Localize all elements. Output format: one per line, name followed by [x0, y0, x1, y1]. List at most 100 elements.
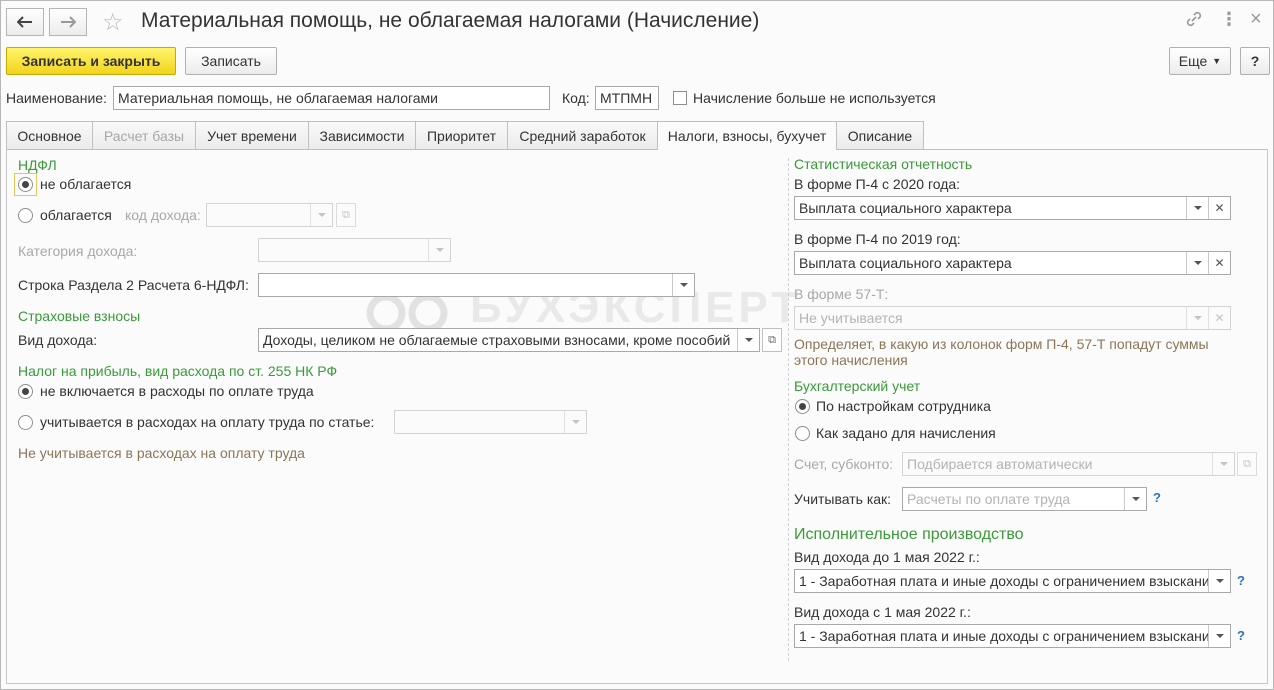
before-select[interactable]: 1 - Заработная плата и иные доходы с огр…	[794, 569, 1231, 593]
income-category-select[interactable]	[258, 238, 451, 262]
account-as-select[interactable]: Расчеты по оплате труда	[902, 487, 1147, 511]
more-button-label: Еще	[1178, 53, 1208, 69]
column-divider	[788, 158, 789, 661]
tab-main[interactable]: Основное	[6, 121, 93, 149]
save-button[interactable]: Записать	[185, 47, 277, 75]
not-included-label: не включается в расходы по оплате труда	[40, 383, 314, 399]
link-icon[interactable]	[1185, 10, 1203, 33]
income-kind-label: Вид дохода:	[18, 332, 98, 348]
article-select[interactable]	[394, 410, 587, 434]
tab-base-calc[interactable]: Расчет базы	[92, 121, 196, 149]
p4-2020-label: В форме П-4 с 2020 года:	[794, 176, 961, 192]
account-value: Подбирается автоматически	[907, 456, 1093, 472]
not-included-radio[interactable]	[18, 384, 33, 399]
help-icon[interactable]: ?	[1237, 573, 1245, 588]
clear-icon[interactable]: ✕	[1208, 307, 1230, 329]
ndfl-header: НДФЛ	[18, 157, 57, 173]
ndfl-not-taxed-radio[interactable]	[18, 177, 33, 192]
f57t-value: Не учитывается	[799, 310, 903, 326]
code-input[interactable]: МТПМН	[595, 86, 659, 110]
tab-description[interactable]: Описание	[836, 121, 924, 149]
income-code-label: код дохода:	[125, 207, 201, 223]
code-label: Код:	[562, 90, 590, 106]
arrow-left-icon	[16, 12, 33, 33]
stat-header: Статистическая отчетность	[794, 156, 973, 172]
chevron-down-icon[interactable]	[428, 239, 450, 261]
p4-2019-select[interactable]: Выплата социального характера ✕	[794, 251, 1231, 275]
row6ndfl-select[interactable]	[258, 273, 695, 297]
chevron-down-icon[interactable]	[1186, 197, 1208, 219]
stat-note-line-2: этого начисления	[794, 352, 908, 368]
chevron-down-icon[interactable]	[310, 204, 332, 226]
p4-2020-value: Выплата социального характера	[799, 200, 1012, 216]
p4-2019-label: В форме П-4 по 2019 год:	[794, 231, 961, 247]
account-select[interactable]: Подбирается автоматически	[902, 452, 1235, 476]
as-set-label: Как задано для начисления	[816, 425, 996, 441]
code-input-value: МТПМН	[600, 90, 653, 106]
by-employee-label: По настройкам сотрудника	[816, 398, 991, 414]
more-button[interactable]: Еще ▼	[1169, 47, 1231, 75]
help-icon[interactable]: ?	[1153, 490, 1161, 505]
tab-taxes[interactable]: Налоги, взносы, бухучет	[657, 121, 837, 150]
tab-time-accounting[interactable]: Учет времени	[195, 121, 309, 149]
tab-priority[interactable]: Приоритет	[415, 121, 508, 149]
profit-tax-header: Налог на прибыль, вид расхода по ст. 255…	[18, 363, 338, 379]
before-value: 1 - Заработная плата и иные доходы с огр…	[799, 573, 1208, 589]
income-code-select[interactable]	[206, 203, 333, 227]
chevron-down-icon[interactable]	[1124, 488, 1146, 510]
chevron-down-icon[interactable]	[564, 411, 586, 433]
more-vertical-icon[interactable]: ⋮	[1220, 9, 1238, 30]
accounting-header: Бухгалтерский учет	[794, 378, 921, 394]
clear-icon[interactable]: ✕	[1208, 197, 1230, 219]
chevron-down-icon: ▼	[1212, 56, 1222, 66]
help-button[interactable]: ?	[1240, 47, 1270, 75]
chevron-down-icon[interactable]	[1212, 453, 1234, 475]
tab-dependencies[interactable]: Зависимости	[308, 121, 416, 149]
ndfl-taxed-label: облагается	[40, 207, 112, 223]
open-icon[interactable]: ⧉	[1237, 452, 1257, 476]
enforcement-header: Исполнительное производство	[794, 526, 1024, 543]
account-as-value: Расчеты по оплате труда	[907, 491, 1071, 507]
account-as-label: Учитывать как:	[794, 491, 892, 507]
tab-average-earnings[interactable]: Средний заработок	[507, 121, 658, 149]
page-title: Материальная помощь, не облагаемая налог…	[141, 9, 760, 32]
ndfl-taxed-radio[interactable]	[18, 208, 33, 223]
unused-label: Начисление больше не используется	[693, 90, 936, 106]
chevron-down-icon[interactable]	[1208, 570, 1230, 592]
unused-checkbox[interactable]	[673, 91, 687, 105]
row6ndfl-label: Строка Раздела 2 Расчета 6-НДФЛ:	[18, 277, 249, 293]
help-icon[interactable]: ?	[1237, 628, 1245, 643]
profit-note: Не учитывается в расходах на оплату труд…	[18, 445, 305, 461]
save-and-close-button[interactable]: Записать и закрыть	[6, 47, 176, 75]
chevron-down-icon[interactable]	[672, 274, 694, 296]
after-select[interactable]: 1 - Заработная плата и иные доходы с огр…	[794, 624, 1231, 648]
by-employee-radio[interactable]	[795, 399, 810, 414]
f57t-select[interactable]: Не учитывается ✕	[794, 306, 1231, 330]
after-value: 1 - Заработная плата и иные доходы с огр…	[799, 628, 1208, 644]
clear-icon[interactable]: ✕	[1208, 252, 1230, 274]
after-label: Вид дохода с 1 мая 2022 г.:	[794, 604, 971, 620]
p4-2020-select[interactable]: Выплата социального характера ✕	[794, 196, 1231, 220]
income-kind-select[interactable]: Доходы, целиком не облагаемые страховыми…	[258, 328, 760, 352]
forward-button[interactable]	[49, 8, 87, 36]
included-radio[interactable]	[18, 415, 33, 430]
as-set-radio[interactable]	[795, 426, 810, 441]
arrow-right-icon	[60, 12, 77, 33]
back-button[interactable]	[6, 8, 44, 36]
close-icon[interactable]: ×	[1250, 8, 1262, 31]
chevron-down-icon[interactable]	[737, 329, 759, 351]
open-icon[interactable]: ⧉	[762, 328, 782, 352]
included-label: учитывается в расходах на оплату труда п…	[40, 414, 375, 430]
insurance-header: Страховые взносы	[18, 308, 141, 324]
income-category-label: Категория дохода:	[18, 243, 138, 259]
account-label: Счет, субконто:	[794, 456, 894, 472]
open-icon[interactable]: ⧉	[336, 203, 356, 227]
before-label: Вид дохода до 1 мая 2022 г.:	[794, 549, 980, 565]
name-input[interactable]: Материальная помощь, не облагаемая налог…	[113, 86, 550, 110]
chevron-down-icon[interactable]	[1186, 252, 1208, 274]
chevron-down-icon[interactable]	[1186, 307, 1208, 329]
name-input-value: Материальная помощь, не облагаемая налог…	[118, 90, 439, 106]
stat-note-line-1: Определяет, в какую из колонок форм П-4,…	[794, 336, 1209, 352]
favorite-star-icon[interactable]: ☆	[102, 8, 124, 37]
chevron-down-icon[interactable]	[1208, 625, 1230, 647]
